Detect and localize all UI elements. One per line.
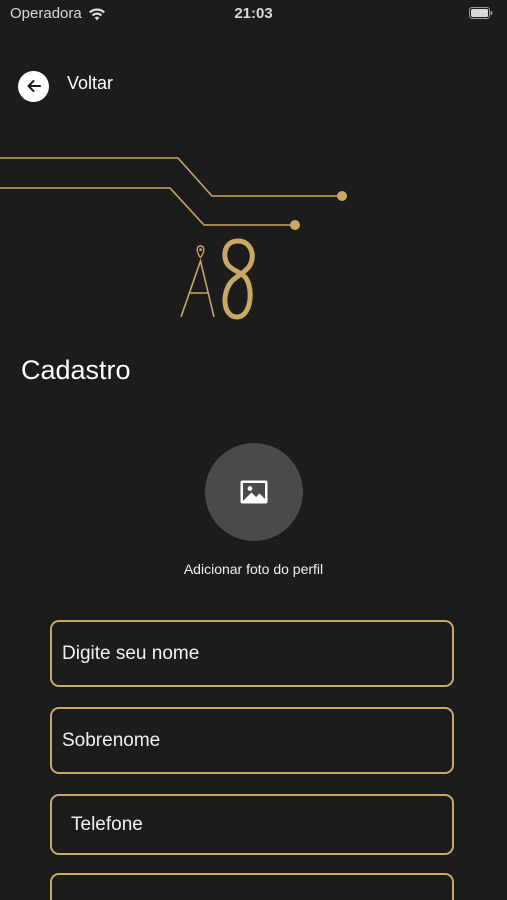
decorative-lines bbox=[0, 157, 347, 230]
app-logo bbox=[180, 238, 255, 320]
page-title: Cadastro bbox=[21, 355, 131, 385]
last-name-field-container bbox=[50, 707, 454, 774]
add-profile-photo-button[interactable] bbox=[205, 443, 303, 541]
first-name-input[interactable] bbox=[52, 622, 452, 685]
image-icon bbox=[240, 480, 268, 504]
signup-screen: Operadora 21:03 Voltar Cadastro Adiciona… bbox=[0, 0, 507, 900]
next-field-input[interactable] bbox=[52, 875, 452, 900]
back-button[interactable] bbox=[18, 70, 49, 102]
phone-field-container bbox=[50, 794, 454, 855]
back-label[interactable]: Voltar bbox=[67, 73, 113, 94]
battery-icon bbox=[469, 7, 493, 19]
back-navigation: Voltar bbox=[18, 70, 113, 102]
add-profile-photo-caption[interactable]: Adicionar foto do perfil bbox=[0, 561, 507, 577]
next-field-container bbox=[50, 873, 454, 900]
phone-input[interactable] bbox=[52, 796, 452, 853]
arrow-left-icon bbox=[27, 80, 41, 92]
status-time: 21:03 bbox=[234, 5, 273, 22]
last-name-input[interactable] bbox=[52, 709, 452, 772]
status-bar: Operadora 21:03 bbox=[0, 0, 507, 28]
first-name-field-container bbox=[50, 620, 454, 687]
